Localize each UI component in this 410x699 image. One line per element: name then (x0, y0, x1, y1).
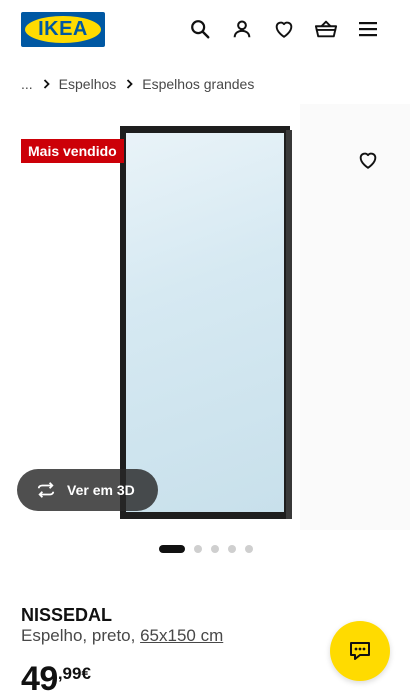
view-3d-label: Ver em 3D (67, 482, 135, 498)
carousel-pagination (159, 545, 262, 553)
product-name: NISSEDAL (21, 605, 113, 625)
chevron-right-icon (126, 79, 134, 89)
product-image-edge (286, 130, 292, 519)
user-icon[interactable] (229, 16, 255, 42)
bestseller-badge: Mais vendido (21, 139, 124, 163)
product-image-mirror (126, 133, 284, 512)
breadcrumb-ellipsis[interactable]: ... (21, 76, 33, 92)
gallery-background (300, 104, 410, 530)
heart-icon[interactable] (271, 16, 297, 42)
favourite-heart-icon[interactable] (356, 148, 380, 172)
breadcrumb-item-espelhos[interactable]: Espelhos (59, 76, 117, 92)
carousel-dot[interactable] (228, 545, 236, 553)
price-integer: 49 (21, 660, 58, 698)
chevron-right-icon (43, 79, 50, 89)
rotate-3d-icon (35, 481, 57, 499)
logo-text: IKEA (38, 18, 88, 40)
price-decimal: ,99€ (57, 664, 91, 683)
chat-icon (348, 640, 372, 662)
carousel-dot[interactable] (194, 545, 202, 553)
carousel-dot[interactable] (211, 545, 219, 553)
search-icon[interactable] (187, 16, 213, 42)
product-dimensions-link[interactable]: 65x150 cm (140, 626, 223, 645)
product-price: 49,99€ (21, 660, 91, 699)
carousel-dot-active[interactable] (159, 545, 185, 553)
ikea-logo[interactable]: IKEA (21, 12, 105, 47)
header: IKEA (0, 0, 410, 62)
menu-icon[interactable] (355, 16, 381, 42)
chat-button[interactable] (330, 621, 390, 681)
carousel-dot[interactable] (245, 545, 253, 553)
breadcrumb: ... Espelhos Espelhos grandes (21, 74, 254, 94)
product-description: Espelho, preto, 65x150 cm (21, 626, 223, 646)
product-type: Espelho, preto, (21, 626, 141, 645)
view-3d-button[interactable]: Ver em 3D (17, 469, 158, 511)
basket-icon[interactable] (313, 16, 339, 42)
breadcrumb-item-espelhos-grandes[interactable]: Espelhos grandes (142, 76, 254, 92)
